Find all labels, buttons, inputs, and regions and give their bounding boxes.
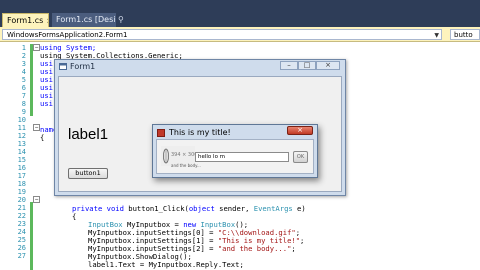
close-icon[interactable]: ×	[46, 17, 48, 25]
image-caption: 394 × 300	[171, 152, 198, 158]
line-number: 15	[17, 156, 26, 164]
line-number: 2	[21, 52, 26, 60]
line-number: 10	[17, 116, 26, 124]
close-button[interactable]: ×	[287, 126, 313, 135]
line-number: 8	[21, 100, 26, 108]
chevron-down-icon: ▼	[434, 32, 439, 39]
fold-toggle-icon[interactable]: −	[33, 44, 40, 51]
code-line: {	[72, 212, 76, 221]
code-text: EventArgs	[253, 204, 293, 213]
line-number: 13	[17, 140, 26, 148]
line-number: 20	[17, 196, 26, 204]
tab-label: Form1.cs [Design]	[56, 15, 116, 24]
code-text: ;	[291, 244, 296, 253]
line-number: 21	[17, 204, 26, 212]
line-number: 6	[21, 84, 26, 92]
code-line: {	[40, 133, 44, 142]
code-line: usi	[40, 99, 53, 108]
dialog-title: This is my title!	[169, 128, 231, 137]
app-icon	[157, 129, 165, 137]
code-text: button1_Click(	[123, 204, 189, 213]
maximize-button[interactable]: □	[298, 61, 316, 70]
code-text: void	[106, 204, 124, 213]
line-number: 4	[21, 68, 26, 76]
code-text: {	[40, 133, 45, 142]
code-text: {	[72, 212, 77, 221]
code-text: private	[72, 204, 103, 213]
line-number: 24	[17, 228, 26, 236]
tab-form1-design[interactable]: Form1.cs [Design]	[52, 13, 116, 27]
line-number: 14	[17, 148, 26, 156]
form-icon	[59, 63, 67, 70]
label1[interactable]: label1	[68, 126, 108, 143]
close-button[interactable]: ×	[316, 61, 340, 70]
line-number: 25	[17, 236, 26, 244]
line-number-gutter: 1 2 3 4 5 6 7 8 9 10 11 12 13 14 15 16 1…	[0, 42, 40, 270]
tab-form1-cs[interactable]: Form1.cs×	[2, 13, 49, 27]
tab-label: Form1.cs	[7, 16, 44, 25]
form1-title: Form1	[70, 62, 96, 71]
reply-input[interactable]: hello lo m	[195, 152, 289, 162]
line-number: 22	[17, 212, 26, 220]
class-dropdown[interactable]: WindowsFormsApplication2.Form1 ▼	[2, 29, 442, 40]
code-text: object	[188, 204, 215, 213]
code-text: "and the body..."	[217, 244, 292, 253]
member-dropdown[interactable]: butto	[450, 29, 480, 40]
code-text: ;	[300, 236, 305, 245]
dialog-body-text: and the body...	[171, 163, 201, 168]
fold-toggle-icon[interactable]: −	[33, 196, 40, 203]
member-dropdown-value: butto	[454, 31, 473, 39]
code-line: private void button1_Click(object sender…	[72, 204, 306, 213]
line-number: 5	[21, 76, 26, 84]
line-number: 9	[21, 108, 26, 116]
line-number: 23	[17, 220, 26, 228]
line-number: 12	[17, 132, 26, 140]
code-text: sender,	[214, 204, 254, 213]
minimize-button[interactable]: –	[280, 61, 298, 70]
line-number: 19	[17, 188, 26, 196]
change-marker	[30, 44, 33, 116]
line-number: 11	[17, 124, 26, 132]
code-text: e)	[292, 204, 306, 213]
line-number: 7	[21, 92, 26, 100]
code-line: label1.Text = MyInputbox.Reply.Text;	[88, 260, 244, 269]
line-number: 26	[17, 244, 26, 252]
line-number: 16	[17, 164, 26, 172]
code-text: usi	[40, 99, 53, 108]
ok-button[interactable]: OK	[293, 151, 308, 163]
line-number: 1	[21, 44, 26, 52]
change-marker	[30, 202, 33, 270]
code-text: label1.Text = MyInputbox.Reply.Text;	[88, 260, 244, 269]
button1[interactable]: button1	[68, 168, 108, 179]
line-number: 17	[17, 172, 26, 180]
class-dropdown-value: WindowsFormsApplication2.Form1	[7, 31, 128, 39]
line-number: 27	[17, 252, 26, 260]
pin-icon[interactable]: ⚲	[118, 13, 128, 27]
fold-toggle-icon[interactable]: −	[33, 124, 40, 131]
line-number: 18	[17, 180, 26, 188]
line-number: 3	[21, 60, 26, 68]
